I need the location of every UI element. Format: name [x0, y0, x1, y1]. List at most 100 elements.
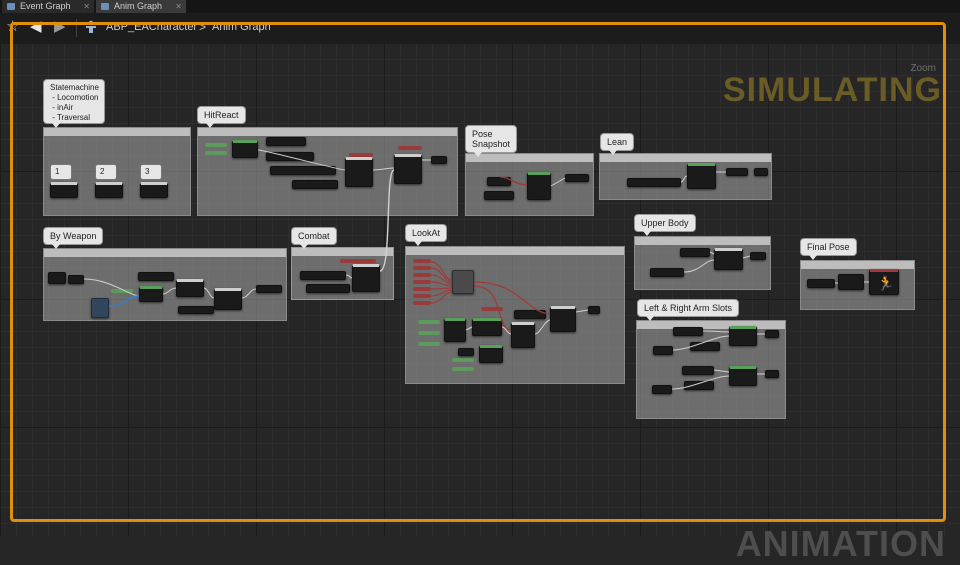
state-button-3[interactable]: 3: [140, 164, 162, 180]
close-icon[interactable]: ✕: [83, 0, 90, 13]
layered-blend-node[interactable]: [714, 248, 743, 270]
output-node[interactable]: [588, 306, 600, 314]
output-node[interactable]: [431, 156, 447, 164]
variable-node[interactable]: [68, 275, 84, 284]
pose-pin[interactable]: [413, 273, 431, 277]
output-node[interactable]: [750, 252, 766, 260]
output-node[interactable]: [765, 370, 779, 378]
star-icon[interactable]: ☆: [6, 18, 19, 36]
blend-node[interactable]: [232, 140, 258, 158]
lookat-node[interactable]: [479, 345, 503, 363]
variable-node[interactable]: [680, 248, 710, 257]
close-icon[interactable]: ✕: [175, 0, 182, 13]
lookat-node[interactable]: [550, 306, 576, 332]
comment-bubble-combat[interactable]: Combat: [291, 227, 337, 249]
lookat-node[interactable]: [511, 322, 535, 348]
output-pose-node[interactable]: 🏃: [869, 269, 899, 295]
state-button-1[interactable]: 1: [50, 164, 72, 180]
slot-node[interactable]: [729, 326, 757, 346]
pose-pin[interactable]: [413, 266, 431, 270]
comment-bubble-pose-snapshot[interactable]: Pose Snapshot: [465, 125, 518, 157]
variable-node[interactable]: [458, 348, 474, 356]
pose-pin[interactable]: [413, 287, 431, 291]
lean-node[interactable]: [687, 163, 716, 189]
pose-pin[interactable]: [413, 259, 431, 263]
comment-lean[interactable]: [599, 153, 772, 200]
lookat-node[interactable]: [472, 318, 502, 336]
variable-node[interactable]: [487, 177, 511, 186]
variable-node[interactable]: [138, 272, 174, 281]
comment-bubble-arm-slots[interactable]: Left & Right Arm Slots: [637, 299, 740, 321]
variable-node[interactable]: [178, 306, 214, 314]
variable-node[interactable]: [652, 385, 672, 394]
tab-event-graph[interactable]: Event Graph ✕: [2, 0, 94, 13]
exec-pin[interactable]: [452, 367, 474, 371]
combat-blend-node[interactable]: [352, 264, 380, 292]
blend-by-enum-node[interactable]: [139, 286, 163, 302]
comment-bubble-final-pose[interactable]: Final Pose: [800, 238, 857, 260]
blend-node[interactable]: [345, 157, 373, 187]
enum-variable-node[interactable]: [91, 298, 109, 318]
variable-node[interactable]: [650, 268, 684, 277]
exec-pin[interactable]: [205, 143, 227, 147]
exec-pin[interactable]: [418, 342, 440, 346]
variable-node[interactable]: [807, 279, 835, 288]
pose-pin[interactable]: [398, 146, 422, 150]
comment-upper-body[interactable]: [634, 236, 771, 290]
exec-pin[interactable]: [111, 289, 133, 293]
comment-bubble-lean[interactable]: Lean: [600, 133, 635, 155]
slot-node[interactable]: [729, 366, 757, 386]
comment-bubble-hitreact[interactable]: HitReact: [197, 106, 246, 128]
variable-node[interactable]: [270, 166, 336, 175]
forward-arrow-icon[interactable]: ▶: [54, 18, 66, 36]
output-node[interactable]: [565, 174, 589, 182]
variable-node[interactable]: [266, 137, 306, 146]
blend-node[interactable]: [394, 154, 422, 184]
tab-anim-graph[interactable]: Anim Graph ✕: [96, 0, 186, 13]
comment-bubble-by-weapon[interactable]: By Weapon: [43, 227, 104, 249]
pose-pin[interactable]: [413, 301, 431, 305]
breadcrumb-asset[interactable]: ABP_EACharacter: [106, 21, 197, 33]
output-node[interactable]: [256, 285, 282, 293]
state-button-2[interactable]: 2: [95, 164, 117, 180]
variable-node[interactable]: [292, 180, 338, 189]
comment-bubble-lookat[interactable]: LookAt: [405, 224, 448, 246]
exec-pin[interactable]: [452, 358, 474, 362]
variable-node[interactable]: [684, 381, 714, 390]
blend-by-enum-node[interactable]: [176, 279, 204, 297]
exec-pin[interactable]: [418, 320, 440, 324]
output-node[interactable]: [754, 168, 768, 176]
variable-node[interactable]: [627, 178, 681, 187]
variable-node[interactable]: [300, 271, 346, 280]
exec-pin[interactable]: [205, 151, 227, 155]
lookat-node[interactable]: [444, 318, 466, 342]
pose-pin[interactable]: [413, 280, 431, 284]
variable-node[interactable]: [266, 152, 314, 161]
comment-bubble-statemachine[interactable]: Statemachine - Locomotion - inAir - Trav…: [43, 79, 105, 128]
output-node[interactable]: [726, 168, 748, 176]
snapshot-node[interactable]: [527, 172, 551, 200]
variable-node[interactable]: [838, 274, 864, 290]
variable-node[interactable]: [682, 366, 714, 375]
variable-node[interactable]: [514, 310, 546, 319]
output-node[interactable]: [765, 330, 779, 338]
blend-by-enum-node[interactable]: [214, 288, 242, 310]
pose-pin[interactable]: [340, 259, 376, 263]
state-node[interactable]: [140, 182, 168, 198]
breadcrumb-graph[interactable]: Anim Graph: [212, 21, 271, 33]
pose-pin[interactable]: [481, 307, 503, 311]
make-struct-node[interactable]: [452, 270, 474, 294]
back-arrow-icon[interactable]: ◀: [30, 18, 42, 36]
comment-bubble-upper-body[interactable]: Upper Body: [634, 214, 696, 236]
state-node[interactable]: [50, 182, 78, 198]
variable-node[interactable]: [306, 284, 350, 293]
state-node[interactable]: [95, 182, 123, 198]
variable-node[interactable]: [484, 191, 514, 200]
variable-node[interactable]: [653, 346, 673, 355]
variable-node[interactable]: [690, 342, 720, 351]
variable-node[interactable]: [48, 272, 66, 284]
exec-pin[interactable]: [418, 331, 440, 335]
variable-node[interactable]: [673, 327, 703, 336]
comment-by-weapon[interactable]: [43, 248, 287, 321]
pose-pin[interactable]: [413, 294, 431, 298]
